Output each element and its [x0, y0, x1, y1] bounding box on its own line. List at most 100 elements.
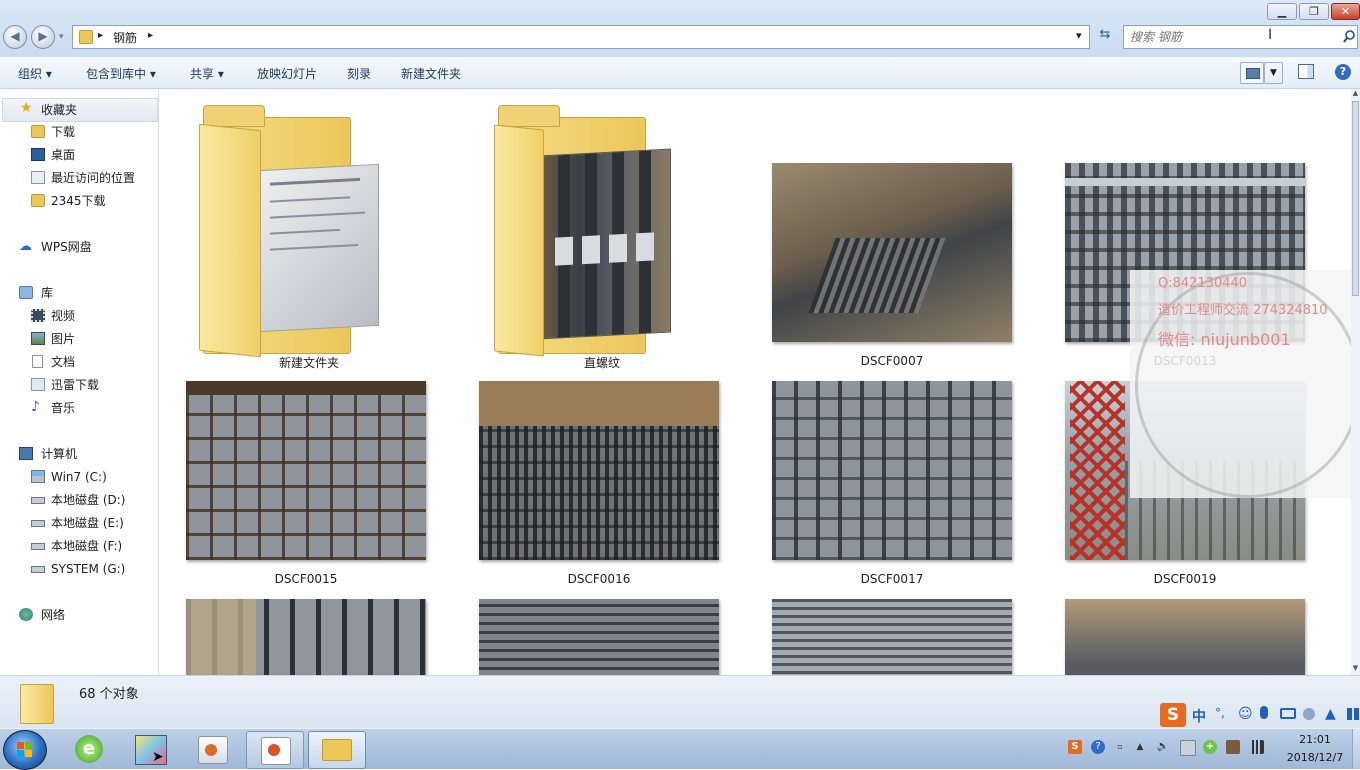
forward-button[interactable]: ▶	[31, 25, 55, 49]
sogou-ime-icon[interactable]: S	[1160, 703, 1186, 727]
image-thumbnail[interactable]	[186, 381, 426, 560]
tray-help-icon[interactable]: ?	[1091, 740, 1105, 754]
sidebar-item-favorites[interactable]: ★ 收藏夹	[2, 98, 158, 122]
search-icon[interactable]	[1343, 30, 1356, 44]
sidebar-item-thunder-downloads[interactable]: 迅雷下载	[0, 374, 158, 396]
image-thumbnail[interactable]	[479, 599, 719, 675]
clock-time[interactable]: 21:01	[1280, 733, 1350, 746]
file-name[interactable]: DSCF0016	[479, 572, 719, 586]
image-thumbnail[interactable]	[479, 381, 719, 560]
file-name[interactable]: DSCF0019	[1065, 572, 1305, 586]
path-separator[interactable]: ▸	[98, 30, 103, 41]
file-name[interactable]: 直螺纹	[482, 354, 722, 371]
search-input[interactable]	[1128, 28, 1332, 46]
taskbar-presentation-app[interactable]	[246, 731, 304, 769]
sidebar-item-music[interactable]: ♪ 音乐	[0, 397, 158, 419]
scroll-thumb[interactable]	[1352, 101, 1359, 296]
volume-icon[interactable]: 🔈	[1156, 740, 1170, 754]
show-desktop-button[interactable]	[1352, 729, 1360, 769]
help-icon[interactable]: ?	[1335, 64, 1351, 80]
download-icon	[31, 378, 45, 391]
sidebar-item-label: 本地磁盘 (E:)	[51, 516, 124, 530]
image-thumbnail[interactable]	[772, 163, 1012, 342]
image-thumbnail[interactable]	[772, 599, 1012, 675]
breadcrumb-folder[interactable]: 钢筋	[113, 29, 137, 46]
sidebar-item-computer[interactable]: 计算机	[0, 443, 158, 465]
view-icon	[1246, 68, 1260, 79]
image-thumbnail[interactable]	[1065, 599, 1305, 675]
path-separator[interactable]: ▸	[148, 30, 153, 41]
tray-sogou-icon[interactable]: S	[1068, 740, 1082, 754]
organize-menu[interactable]: 组织 ▾	[18, 65, 52, 82]
view-options-button[interactable]	[1240, 62, 1264, 84]
minimize-button[interactable]: ▁	[1267, 3, 1297, 20]
vertical-scrollbar[interactable]: ▲ ▼	[1351, 89, 1360, 675]
refresh-icon[interactable]: ⇆	[1094, 27, 1116, 47]
sidebar-item-drive-f[interactable]: 本地磁盘 (F:)	[0, 535, 158, 557]
sidebar-item-recent[interactable]: 最近访问的位置	[0, 167, 158, 189]
sidebar-item-label: 2345下载	[51, 194, 106, 208]
image-thumbnail[interactable]	[186, 599, 426, 675]
user-icon[interactable]	[1303, 708, 1315, 720]
sidebar-item-wps-cloud[interactable]: ☁ WPS网盘	[0, 236, 158, 258]
file-name[interactable]: DSCF0015	[186, 572, 426, 586]
image-thumbnail[interactable]	[772, 381, 1012, 560]
tray-plus-icon[interactable]: +	[1203, 740, 1217, 754]
sidebar-item-downloads[interactable]: 下载	[0, 121, 158, 143]
keyboard-icon[interactable]	[1280, 708, 1296, 719]
folder-item[interactable]	[494, 97, 671, 357]
back-button[interactable]: ◀	[3, 25, 27, 49]
sidebar-item-drive-e[interactable]: 本地磁盘 (E:)	[0, 512, 158, 534]
microphone-icon[interactable]	[1260, 706, 1268, 719]
drive-icon	[31, 520, 45, 527]
toolbox-icon[interactable]	[1347, 708, 1359, 720]
emoji-icon[interactable]: ☺	[1238, 706, 1253, 722]
maximize-button[interactable]: ❐	[1299, 3, 1329, 20]
sidebar-item-network[interactable]: 网络	[0, 604, 158, 626]
taskbar-paint-app[interactable]: ➤	[122, 731, 178, 767]
taskbar-tool-app[interactable]	[184, 731, 240, 767]
new-folder-button[interactable]: 新建文件夹	[401, 65, 461, 82]
burn-button[interactable]: 刻录	[347, 65, 371, 82]
sidebar-item-desktop[interactable]: 桌面	[0, 144, 158, 166]
sidebar-item-drive-c[interactable]: Win7 (C:)	[0, 466, 158, 488]
skin-icon[interactable]: ▲	[1325, 706, 1336, 722]
taskbar-browser-app[interactable]: e	[62, 731, 118, 767]
start-button[interactable]	[3, 730, 47, 770]
folder-icon	[79, 30, 93, 44]
sidebar-item-2345-downloads[interactable]: 2345下载	[0, 190, 158, 212]
slideshow-button[interactable]: 放映幻灯片	[257, 65, 317, 82]
tray-expand-icon[interactable]: ▲	[1133, 740, 1147, 754]
close-button[interactable]: ✕	[1331, 3, 1360, 20]
sidebar-item-videos[interactable]: 视频	[0, 305, 158, 327]
sidebar-item-drive-g[interactable]: SYSTEM (G:)	[0, 558, 158, 580]
ime-punctuation-toggle[interactable]: °,	[1215, 706, 1225, 720]
recent-pages-dropdown[interactable]: ▾	[59, 32, 64, 42]
file-name[interactable]: DSCF0007	[772, 354, 1012, 368]
address-dropdown-icon[interactable]: ▾	[1076, 29, 1082, 42]
file-name[interactable]: DSCF0017	[772, 572, 1012, 586]
sidebar-item-libraries[interactable]: 库	[0, 282, 158, 304]
tray-network-activity-icon[interactable]: ▫	[1113, 740, 1127, 754]
share-menu[interactable]: 共享 ▾	[190, 65, 224, 82]
tray-app-icon[interactable]	[1226, 740, 1240, 754]
include-in-library-menu[interactable]: 包含到库中 ▾	[86, 65, 156, 82]
search-box[interactable]: I	[1123, 25, 1358, 49]
signal-icon[interactable]	[1250, 740, 1264, 754]
folder-item[interactable]	[199, 97, 379, 358]
sidebar-item-drive-d[interactable]: 本地磁盘 (D:)	[0, 489, 158, 511]
tray-security-icon[interactable]	[1180, 740, 1196, 756]
scroll-down-arrow[interactable]: ▼	[1352, 664, 1359, 673]
scroll-up-arrow[interactable]: ▲	[1352, 89, 1359, 98]
sidebar-item-pictures[interactable]: 图片	[0, 328, 158, 350]
file-name[interactable]: 新建文件夹	[189, 354, 429, 371]
address-bar[interactable]: ▸ 钢筋 ▸ ▾	[72, 25, 1090, 49]
ime-language-toggle[interactable]: 中	[1192, 706, 1206, 726]
view-dropdown-icon[interactable]: ▼	[1264, 62, 1283, 84]
sidebar-item-documents[interactable]: 文档	[0, 351, 158, 373]
folder-tab	[203, 105, 265, 127]
clock-date[interactable]: 2018/12/7	[1280, 751, 1350, 764]
taskbar-explorer-app[interactable]	[308, 731, 366, 769]
preview-pane-icon[interactable]	[1298, 64, 1314, 79]
network-icon	[19, 608, 33, 621]
